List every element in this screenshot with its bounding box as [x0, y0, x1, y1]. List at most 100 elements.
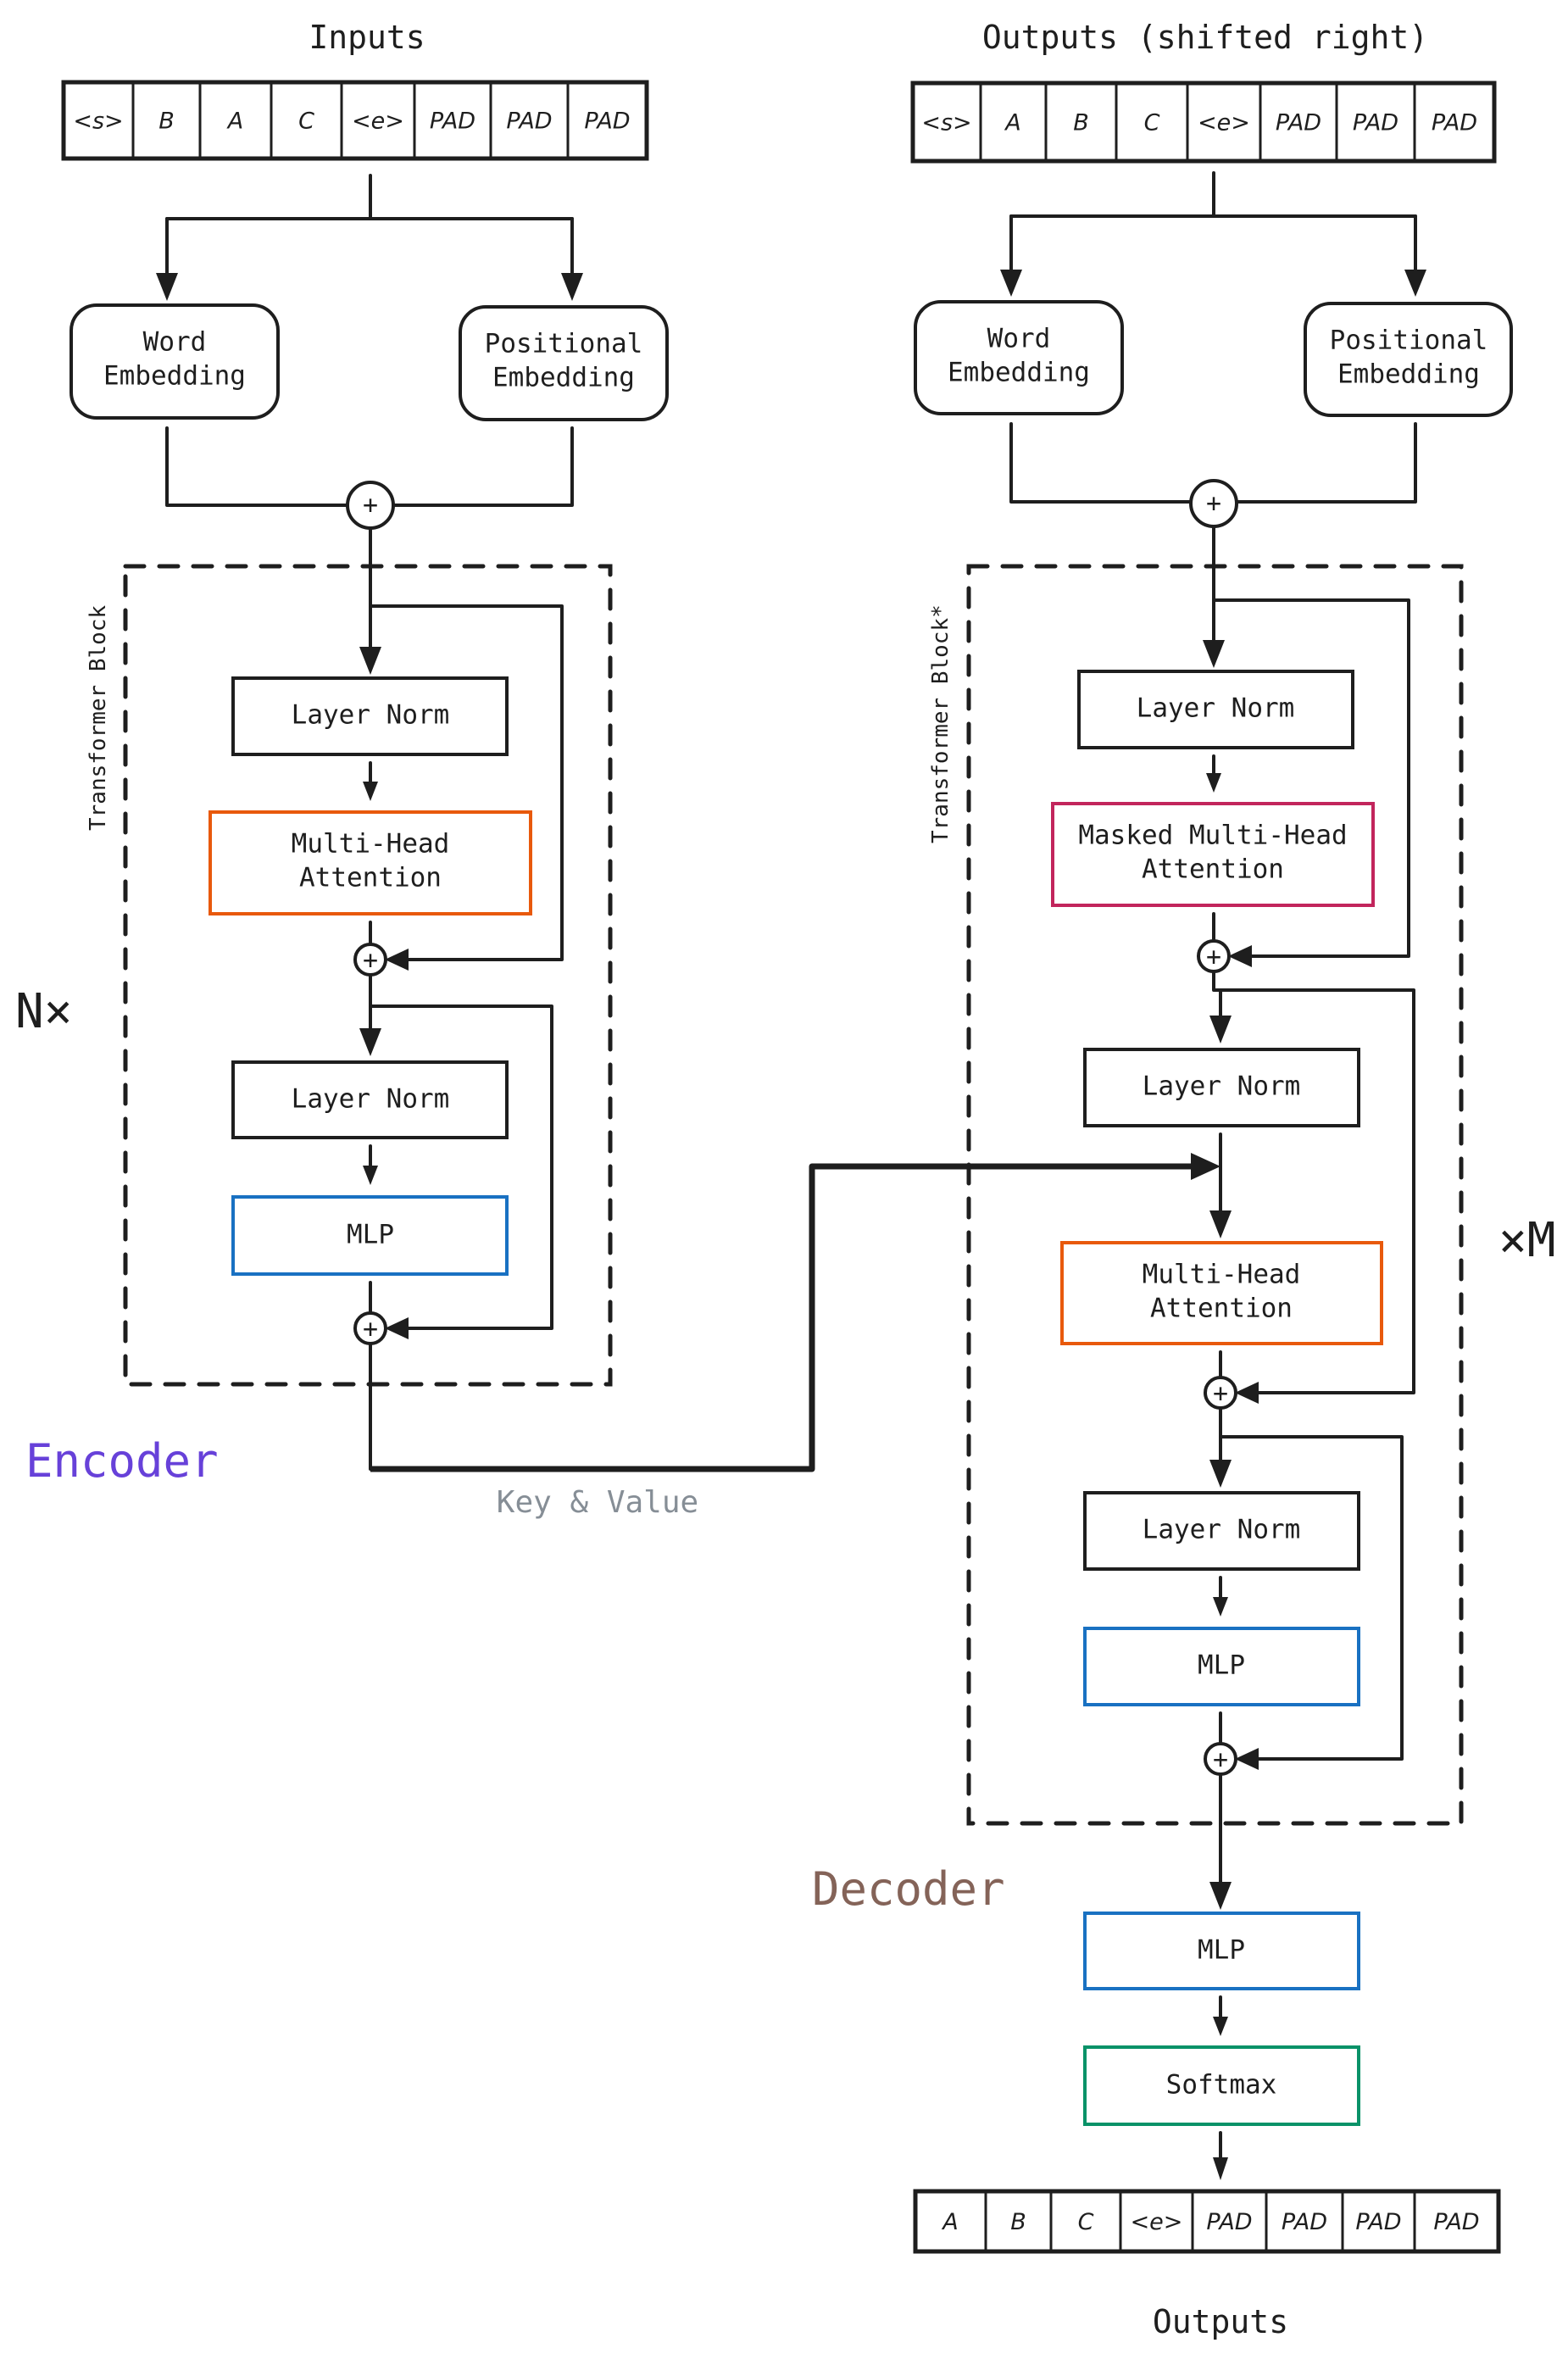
plus-icon: +	[1213, 1745, 1228, 1775]
arrowhead-icon	[385, 1317, 409, 1339]
token-cell: C	[1078, 2209, 1094, 2235]
transformer-diagram: Inputs <s> B A C <e> PAD PAD PAD Word Embedding…	[15, 19, 1555, 2340]
arrowhead-icon	[1203, 640, 1225, 668]
arrowhead-icon	[363, 782, 378, 801]
add-node: +	[353, 943, 387, 977]
token-cell: <e>	[352, 109, 404, 135]
transformer-block-label: Transformer Block*	[928, 604, 954, 843]
multi-head-attention-box: Multi-Head Attention	[209, 810, 532, 915]
arrowhead-icon	[1213, 2017, 1228, 2036]
token-cell: PAD	[1282, 2209, 1327, 2235]
arrowhead-icon	[1000, 270, 1022, 297]
arrowhead-icon	[359, 647, 381, 675]
word-embedding-label: Embedding	[103, 361, 246, 392]
positional-embedding-label: Embedding	[1337, 359, 1480, 390]
token-cell: PAD	[1433, 2209, 1479, 2235]
encoder-title: Encoder	[25, 1434, 219, 1488]
mlp-box: MLP	[1083, 1627, 1360, 1706]
arrowhead-icon	[561, 273, 583, 301]
transformer-block-label: Transformer Block	[86, 605, 111, 831]
arrowhead-icon	[1209, 1460, 1232, 1488]
outputs-title: Outputs	[1153, 2303, 1288, 2340]
positional-embedding-label: Embedding	[492, 363, 635, 393]
positional-embedding-box: Positional Embedding	[459, 305, 669, 421]
add-node: +	[1189, 479, 1238, 528]
mlp-label: MLP	[1198, 1935, 1245, 1966]
positional-embedding-label: Positional	[1330, 326, 1488, 356]
layer-norm-label: Layer Norm	[292, 1084, 450, 1115]
word-embedding-label: Embedding	[948, 358, 1090, 388]
shifted-output-token-row: <s> A B C <e> PAD PAD PAD	[910, 81, 1497, 164]
token-cell: <s>	[73, 109, 123, 135]
decoder-title: Decoder	[812, 1862, 1005, 1916]
word-embedding-box: Word Embedding	[914, 300, 1124, 415]
mlp-label: MLP	[347, 1220, 394, 1250]
attention-label: Attention	[299, 863, 442, 893]
decoder-repeat-label: ×M	[1498, 1213, 1555, 1268]
arrowhead-icon	[1209, 1882, 1232, 1910]
word-embedding-box: Word Embedding	[70, 303, 280, 420]
token-cell: B	[1010, 2209, 1026, 2235]
token-cell: A	[226, 109, 243, 135]
cross-attention-box: Multi-Head Attention	[1060, 1241, 1383, 1345]
add-node: +	[1197, 939, 1231, 973]
token-cell: PAD	[1276, 110, 1321, 136]
plus-icon: +	[1213, 1379, 1228, 1409]
word-embedding-label: Word	[987, 324, 1051, 354]
mlp-box: MLP	[231, 1195, 509, 1276]
layer-norm-label: Layer Norm	[1143, 1071, 1301, 1102]
token-cell: <s>	[921, 110, 971, 136]
plus-icon: +	[363, 946, 378, 976]
decoder: Outputs (shifted right) <s> A B C <e> PAD PAD P…	[812, 19, 1555, 2340]
mlp-label: MLP	[1198, 1650, 1245, 1681]
token-cell: PAD	[506, 109, 552, 135]
positional-embedding-box: Positional Embedding	[1304, 302, 1513, 417]
arrowhead-icon	[363, 1166, 378, 1185]
plus-icon: +	[1206, 489, 1221, 519]
layer-norm-label: Layer Norm	[292, 700, 450, 731]
residual-connection	[369, 1004, 553, 1330]
split-connector	[1009, 171, 1417, 218]
output-token-row: A B C <e> PAD PAD PAD PAD	[913, 2189, 1501, 2254]
layer-norm-box: Layer Norm	[1077, 670, 1354, 749]
attention-label: Multi-Head	[292, 829, 450, 860]
split-connector	[165, 174, 574, 220]
plus-icon: +	[1206, 943, 1221, 972]
token-cell: PAD	[1206, 2209, 1252, 2235]
encoder-repeat-label: N×	[15, 984, 72, 1039]
plus-icon: +	[363, 1315, 378, 1344]
token-cell: PAD	[1355, 2209, 1401, 2235]
add-node: +	[1204, 1376, 1237, 1410]
outputs-shifted-title: Outputs (shifted right)	[982, 19, 1428, 56]
arrowhead-icon	[1235, 1382, 1259, 1404]
encoder: Inputs <s> B A C <e> PAD PAD PAD Word Embedding…	[15, 19, 669, 1488]
arrowhead-icon	[156, 273, 178, 301]
positional-embedding-label: Positional	[485, 329, 643, 359]
arrowhead-icon	[1191, 1153, 1220, 1180]
softmax-label: Softmax	[1166, 2070, 1277, 2101]
arrowhead-icon	[385, 949, 409, 971]
token-cell: PAD	[430, 109, 475, 135]
arrowhead-icon	[1228, 945, 1252, 967]
arrowhead-icon	[359, 1028, 381, 1056]
plus-icon: +	[363, 491, 378, 520]
layer-norm-label: Layer Norm	[1137, 693, 1295, 724]
token-cell: C	[1144, 110, 1160, 136]
token-cell: <e>	[1131, 2209, 1183, 2235]
arrowhead-icon	[1206, 773, 1221, 793]
masked-multi-head-attention-box: Masked Multi-Head Attention	[1051, 802, 1375, 907]
token-cell: <e>	[1198, 110, 1250, 136]
layer-norm-box: Layer Norm	[231, 676, 509, 756]
inputs-title: Inputs	[309, 19, 425, 56]
token-cell: PAD	[1353, 110, 1398, 136]
token-cell: PAD	[1432, 110, 1477, 136]
masked-attention-label: Masked Multi-Head	[1078, 821, 1347, 851]
add-node: +	[353, 1311, 387, 1345]
layer-norm-label: Layer Norm	[1143, 1515, 1301, 1545]
word-embedding-label: Word	[143, 327, 207, 358]
key-value-label: Key & Value	[497, 1485, 698, 1520]
token-cell: B	[1073, 110, 1089, 136]
add-node: +	[346, 481, 395, 530]
attention-label: Attention	[1150, 1294, 1293, 1324]
input-token-row: <s> B A C <e> PAD PAD PAD	[61, 80, 649, 161]
